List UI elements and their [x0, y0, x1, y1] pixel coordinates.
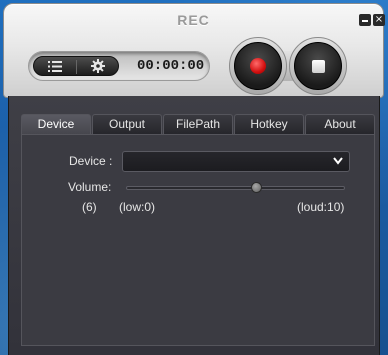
- close-button[interactable]: ×: [373, 14, 385, 26]
- toolbar-button-group: [33, 56, 119, 76]
- volume-max-label: (loud:10): [297, 200, 345, 214]
- tab-device[interactable]: Device: [21, 114, 91, 135]
- control-bar: 00:00:00: [28, 51, 210, 81]
- chevron-down-icon: [333, 157, 343, 165]
- settings-button[interactable]: [77, 57, 119, 75]
- volume-value: (6): [82, 200, 97, 214]
- tab-about[interactable]: About: [305, 114, 375, 134]
- record-button[interactable]: [234, 42, 282, 90]
- device-tab-content: Device : Volume: (6) (low:0) (loud:10): [21, 134, 375, 346]
- record-icon: [250, 58, 266, 74]
- app-title: REC: [177, 12, 210, 28]
- minimize-button[interactable]: [359, 14, 371, 26]
- device-label: Device :: [69, 154, 113, 168]
- tab-hotkey[interactable]: Hotkey: [234, 114, 304, 134]
- tab-filepath[interactable]: FilePath: [163, 114, 233, 134]
- recording-timer: 00:00:00: [137, 58, 205, 74]
- recorder-header: REC × 00:00:00: [3, 3, 385, 98]
- stop-icon: [311, 59, 325, 73]
- list-button[interactable]: [34, 57, 76, 75]
- list-icon: [48, 60, 62, 72]
- device-dropdown[interactable]: [122, 151, 350, 172]
- volume-min-label: (low:0): [119, 200, 156, 214]
- volume-label: Volume:: [68, 180, 112, 194]
- settings-panel: Device Output FilePath Hotkey About Devi…: [8, 96, 380, 355]
- tab-bar: Device Output FilePath Hotkey About: [21, 114, 375, 135]
- stop-button[interactable]: [294, 42, 342, 90]
- volume-slider-thumb[interactable]: [250, 182, 262, 193]
- record-controls: [229, 37, 349, 95]
- volume-slider-track[interactable]: [126, 186, 345, 190]
- tab-output[interactable]: Output: [92, 114, 162, 134]
- gear-icon: [91, 59, 105, 73]
